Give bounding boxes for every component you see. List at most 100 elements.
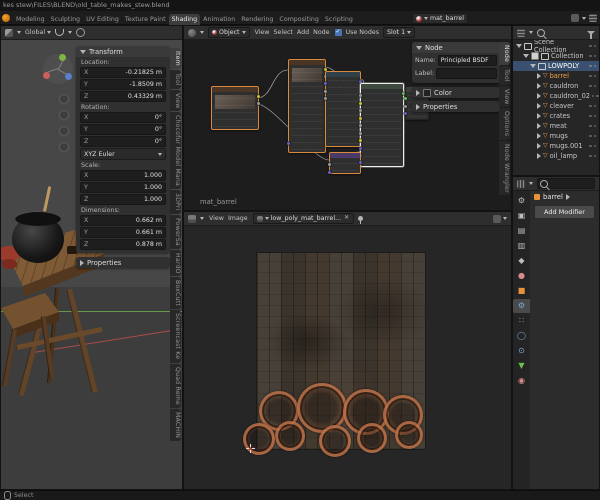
rotation-x-field[interactable]: X 0° [80, 112, 166, 123]
workspace-tab-animation[interactable]: Animation [200, 14, 238, 25]
expand-icon[interactable] [537, 133, 541, 139]
visibility-toggles[interactable] [589, 104, 596, 108]
shader-add-menu[interactable]: Add [296, 29, 310, 36]
dimensions-z-field[interactable]: Z 0.878 m [80, 239, 166, 250]
input-socket[interactable] [404, 112, 407, 115]
properties-tab-modifiers[interactable]: ⚙ [513, 299, 530, 313]
expand-icon[interactable] [516, 44, 522, 48]
location-y-field[interactable]: Y -1.8509 m [80, 79, 166, 90]
properties-tab-object-data[interactable]: ▼ [513, 359, 530, 373]
input-socket[interactable] [404, 105, 407, 108]
gizmo-y-axis[interactable] [59, 54, 66, 61]
image-texture-node-2[interactable] [287, 59, 327, 153]
chevron-down-icon[interactable] [582, 16, 586, 20]
screen-layout-icon[interactable] [571, 14, 579, 22]
dimensions-y-field[interactable]: Y 0.661 m [80, 227, 166, 238]
expand-icon[interactable] [523, 54, 529, 58]
properties-tab-render[interactable]: ▣ [513, 209, 530, 223]
scale-x-field[interactable]: X 1.000 [80, 170, 166, 181]
viewport-canvas[interactable]: Transform Location: X -0.21825 m Y -1.8509… [1, 40, 182, 489]
normal-map-node[interactable] [328, 152, 362, 174]
input-socket[interactable] [359, 147, 362, 150]
viewport-sidebar-tab-powersa[interactable]: PowerSa [170, 214, 181, 249]
image-editor[interactable]: View Image low_poly_mat_barrel... [183, 211, 512, 490]
input-socket[interactable] [328, 163, 331, 166]
viewport-sidebar-tab-boxcutt[interactable]: BoxCutt [170, 277, 181, 310]
search-icon[interactable] [537, 28, 545, 37]
scale-z-field[interactable]: Z 1.000 [80, 194, 166, 205]
visibility-toggles[interactable] [589, 74, 596, 78]
chevron-down-icon[interactable] [68, 31, 73, 34]
image-image-menu[interactable]: Image [227, 215, 249, 222]
editor-type-3d-icon[interactable] [5, 28, 13, 37]
camera-view-button[interactable] [59, 126, 69, 136]
material-selector[interactable]: mat_barrel [412, 13, 469, 24]
image-view-menu[interactable]: View [208, 215, 225, 222]
input-socket[interactable] [328, 171, 331, 174]
display-channels-icon[interactable] [493, 214, 501, 223]
outliner-row-scene-collection[interactable]: Scene Collection [513, 38, 599, 54]
output-socket[interactable] [359, 161, 362, 164]
workspace-tab-uv-editing[interactable]: UV Editing [83, 14, 122, 25]
node-name-field[interactable]: Principled BSDF [437, 55, 497, 66]
viewport-sidebar-tab-screencast-ke[interactable]: Screencast Ke [170, 310, 181, 363]
zoom-button[interactable] [59, 94, 69, 104]
outliner-item-mugs-001[interactable]: ▽ mugs.001 [513, 141, 599, 151]
viewport-sidebar-tab-view[interactable]: View [170, 89, 181, 112]
move-view-button[interactable] [59, 110, 69, 120]
node-header[interactable] [361, 84, 403, 89]
expand-icon[interactable] [537, 123, 541, 129]
visibility-toggles[interactable] [589, 124, 596, 128]
editor-type-properties-icon[interactable] [517, 179, 525, 188]
shader-editor[interactable]: Object ViewSelectAddNode Use Nodes Slot … [183, 25, 512, 211]
visibility-toggles[interactable] [589, 64, 596, 68]
node-canvas[interactable]: mat_barrel Node Name: Principled BSDF La… [184, 40, 511, 210]
expand-icon[interactable] [537, 83, 541, 89]
node-header[interactable] [289, 60, 325, 65]
input-socket[interactable] [324, 82, 327, 85]
chevron-down-icon[interactable] [503, 217, 507, 220]
gizmo-z-axis[interactable] [65, 73, 72, 80]
workspace-tab-texture-paint[interactable]: Texture Paint [122, 14, 169, 25]
pin-icon[interactable] [358, 216, 364, 224]
slot-dropdown[interactable]: Slot 1 [383, 27, 416, 38]
node-header[interactable] [326, 72, 360, 77]
input-socket[interactable] [404, 97, 407, 100]
expand-icon[interactable] [537, 143, 541, 149]
properties-tab-object[interactable]: ■ [513, 284, 530, 298]
properties-editor[interactable]: ⚙ ▣ ▤ ▥ ◆ ● ■ ⚙ ∷ ◯ ⊙ ▼ ◉ barrel Add Modifier [512, 176, 600, 490]
principled-bsdf-node[interactable] [359, 83, 405, 167]
shader-sidebar-tab-node-wrangler[interactable]: Node Wrangler [499, 140, 510, 196]
input-socket[interactable] [359, 132, 362, 135]
expand-icon[interactable] [537, 103, 541, 109]
shader-sidebar-tab-node[interactable]: Node [499, 42, 510, 65]
input-socket[interactable] [287, 142, 290, 145]
rotation-mode-dropdown[interactable]: XYZ Euler [80, 148, 166, 160]
expand-icon[interactable] [537, 73, 541, 79]
viewport-sidebar-tab-machin[interactable]: MACHIN [170, 408, 181, 441]
outliner-item-meat[interactable]: ▽ meat [513, 121, 599, 131]
proportional-edit-icon[interactable] [76, 28, 86, 37]
visibility-toggles[interactable] [589, 44, 596, 48]
outliner-item-cleaver[interactable]: ▽ cleaver [513, 101, 599, 111]
navigation-gizmo[interactable] [43, 54, 73, 84]
input-socket[interactable] [359, 139, 362, 142]
orientation-dropdown[interactable]: Global [25, 29, 52, 36]
input-socket[interactable] [359, 102, 362, 105]
scale-y-field[interactable]: Y 1.000 [80, 182, 166, 193]
node-label-field[interactable] [436, 68, 497, 79]
shader-sidebar-tab-view[interactable]: View [499, 85, 510, 108]
outliner[interactable]: Scene Collection Collection LOWPOLY ▽ barrel… [512, 25, 600, 176]
workspace-tab-shading[interactable]: Shading [168, 13, 201, 25]
image-selector[interactable]: low_poly_mat_barrel... [252, 213, 355, 224]
expand-icon[interactable] [530, 64, 536, 68]
visibility-toggles[interactable] [589, 154, 596, 158]
outliner-item-barrel[interactable]: ▽ barrel [513, 71, 599, 81]
shading-scope-dropdown[interactable]: Object [208, 27, 250, 38]
workspace-tab-modeling[interactable]: Modeling [13, 14, 48, 25]
outliner-row-lowpoly[interactable]: LOWPOLY [513, 61, 599, 71]
visibility-toggles[interactable] [591, 94, 599, 98]
editor-type-shader-icon[interactable] [188, 28, 196, 37]
location-x-field[interactable]: X -0.21825 m [80, 67, 166, 78]
input-socket[interactable] [359, 109, 362, 112]
